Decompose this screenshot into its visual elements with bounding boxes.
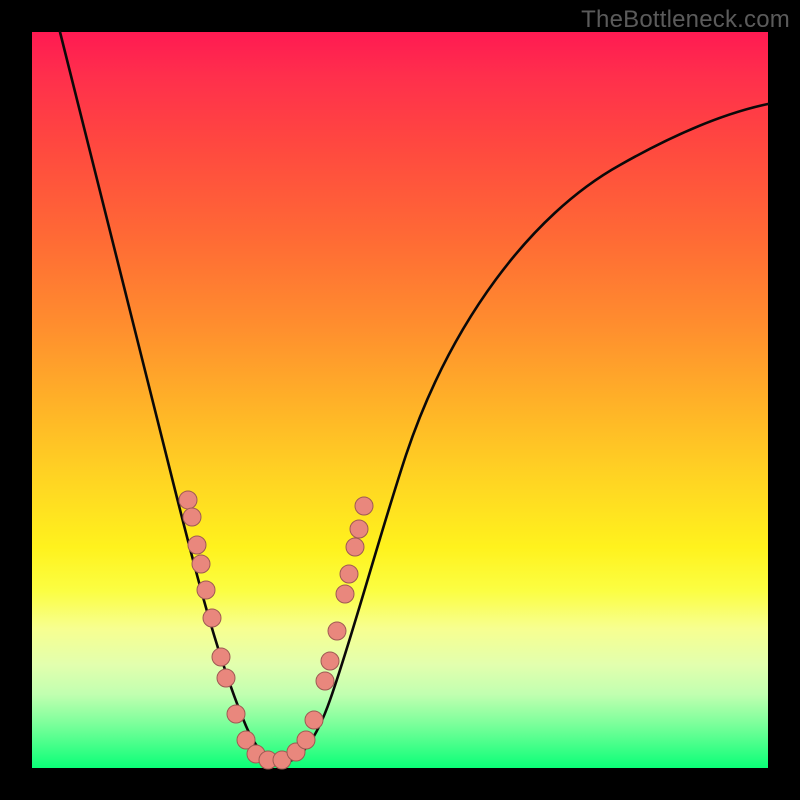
watermark-text: TheBottleneck.com (581, 6, 790, 34)
chart-frame: TheBottleneck.com (0, 0, 800, 800)
chart-gradient-background (32, 32, 768, 768)
